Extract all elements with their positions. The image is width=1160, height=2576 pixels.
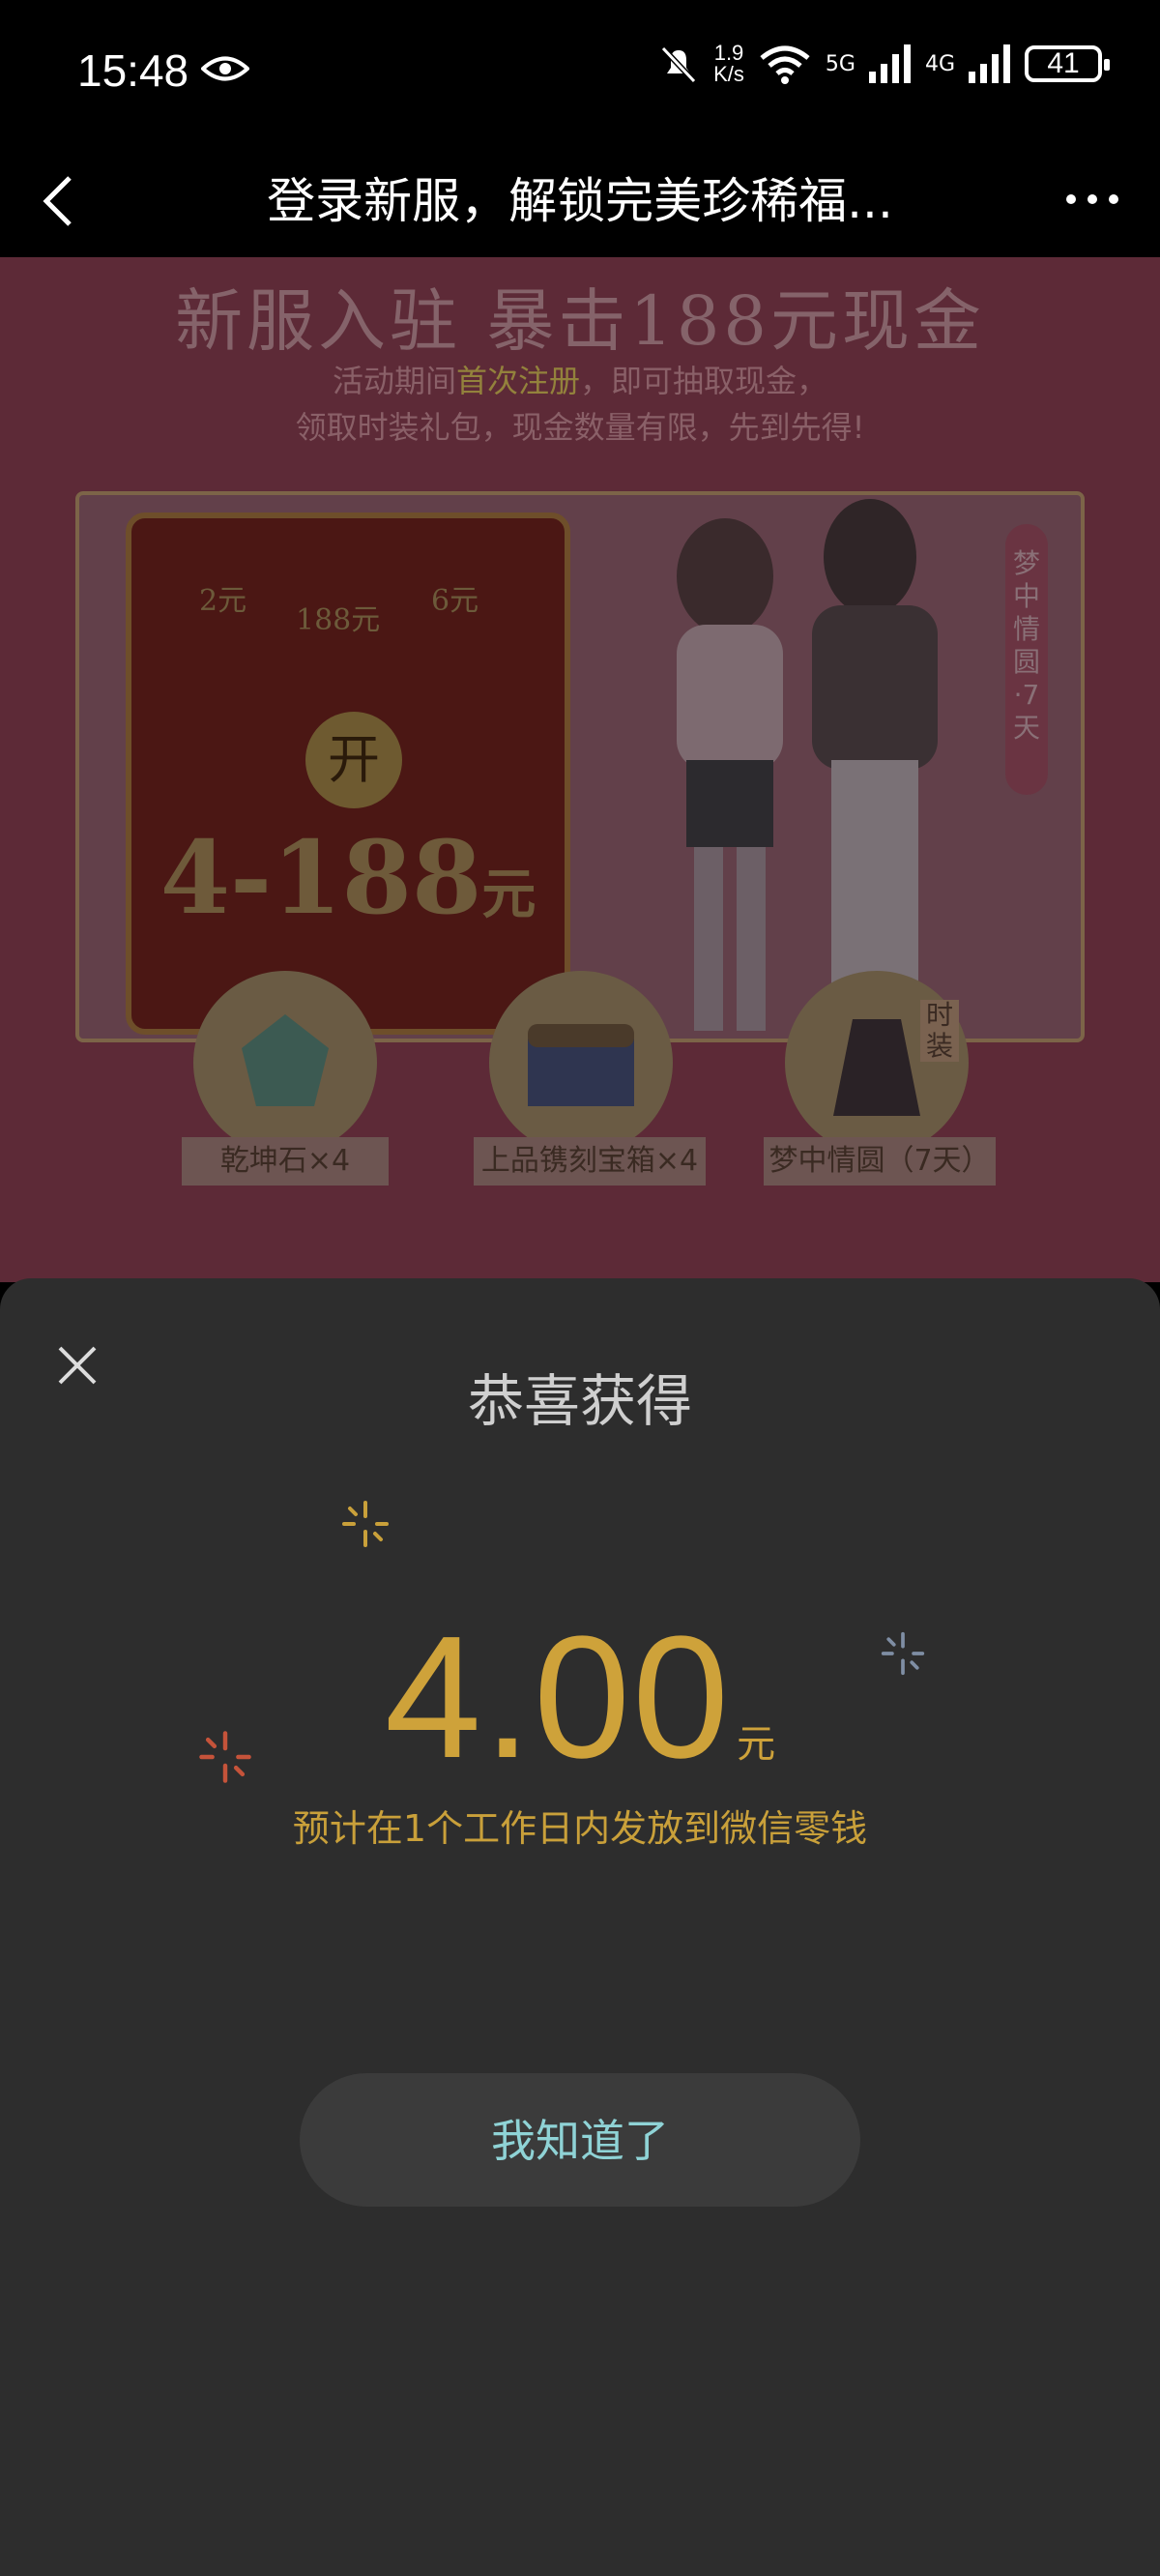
- acknowledge-button[interactable]: 我知道了: [300, 2073, 860, 2207]
- network-speed-value: 1.9: [713, 41, 744, 65]
- reward-stone-image: [193, 971, 377, 1155]
- status-icons: 1.9 K/s 5G 4G 41: [657, 43, 1110, 85]
- fashion-tag: 时装: [920, 1000, 959, 1062]
- promo-subtitle-part1: 活动期间: [332, 363, 456, 399]
- reward-bottom-sheet: 恭喜获得 4.00 元 预计在1个工作日内发放到微信零钱 我知道了: [0, 1278, 1160, 2576]
- network-speed: 1.9 K/s: [713, 43, 744, 85]
- more-options-icon[interactable]: [1063, 190, 1121, 209]
- character-illustration: [677, 499, 938, 1031]
- envelope-amount-value: 4-188: [160, 818, 482, 937]
- envelope-coin-left: 2元: [199, 584, 247, 618]
- payout-notice: 预计在1个工作日内发放到微信零钱: [292, 1807, 868, 1850]
- signal-icon: [868, 44, 911, 83]
- promo-subtitle-highlight: 首次注册: [455, 363, 580, 399]
- promo-subtitle-part2: ，即可抽取现金，: [580, 363, 828, 399]
- envelope-amount-unit: 元: [481, 863, 536, 926]
- status-time: 15:48: [77, 45, 189, 96]
- signal-icon-2: [969, 44, 1010, 83]
- reward-amount-unit: 元: [737, 1722, 776, 1767]
- reward-chest-image: [489, 971, 673, 1155]
- wifi-icon: [760, 45, 810, 84]
- eye-icon: [201, 56, 249, 81]
- envelope-coin-center: 188元: [296, 603, 381, 637]
- status-bar: 15:48 1.9 K/s 5G 4G 41: [0, 0, 1160, 145]
- battery-level: 41: [1047, 47, 1080, 79]
- reward-label-fashion: 梦中情圆（7天）: [764, 1137, 996, 1186]
- back-chevron-icon[interactable]: [39, 172, 77, 230]
- sheet-title: 恭喜获得: [467, 1368, 692, 1434]
- reward-amount: 4.00 元: [0, 1597, 1160, 1798]
- promo-background: 新服入驻 暴击188元现金 活动期间首次注册，即可抽取现金， 领取时装礼包，现金…: [0, 257, 1160, 1282]
- red-envelope[interactable]: 2元 188元 6元 开 4-188元: [126, 512, 570, 1035]
- network-5g-label: 5G: [825, 51, 856, 76]
- nav-bar: 登录新服，解锁完美珍稀福...: [0, 145, 1160, 257]
- network-4g-label: 4G: [924, 51, 955, 76]
- sparkle-icon-gold: [342, 1501, 389, 1547]
- promo-headline: 新服入驻 暴击188元现金: [175, 281, 985, 361]
- reward-fashion-image: 时装: [785, 971, 969, 1155]
- gem-icon: [242, 1014, 329, 1106]
- envelope-coin-right: 6元: [431, 584, 479, 618]
- promo-subtitle: 活动期间首次注册，即可抽取现金， 领取时装礼包，现金数量有限，先到先得!: [0, 358, 1160, 451]
- reward-amount-value: 4.00: [384, 1600, 732, 1795]
- reward-label-stone: 乾坤石×4: [182, 1137, 389, 1186]
- envelope-amount-range: 4-188元: [131, 818, 565, 937]
- envelope-open-badge[interactable]: 开: [305, 712, 402, 808]
- battery-indicator: 41: [1025, 45, 1110, 82]
- page-title: 登录新服，解锁完美珍稀福...: [267, 173, 893, 229]
- reward-label-chest: 上品镌刻宝箱×4: [474, 1137, 706, 1186]
- treasure-chest-icon: [528, 1024, 634, 1106]
- promo-subtitle-line2: 领取时装礼包，现金数量有限，先到先得!: [295, 409, 865, 446]
- mute-bell-icon: [660, 45, 697, 84]
- network-speed-unit: K/s: [713, 62, 744, 86]
- fashion-ribbon: 梦中情圆·7天: [1005, 524, 1048, 795]
